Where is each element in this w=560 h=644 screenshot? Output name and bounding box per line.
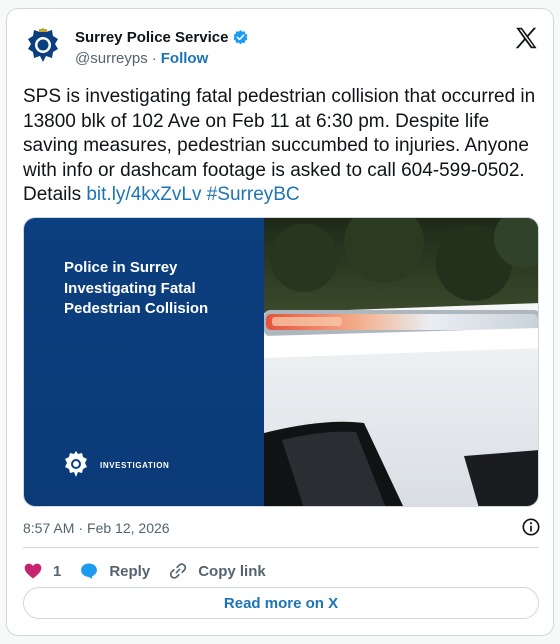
heart-icon bbox=[24, 563, 42, 579]
reply-label: Reply bbox=[109, 562, 151, 580]
link-icon bbox=[170, 563, 187, 579]
reply-bubble-icon bbox=[81, 563, 98, 579]
post-header: Surrey Police Service @surreyps · Follow bbox=[7, 9, 553, 79]
display-name[interactable]: Surrey Police Service bbox=[75, 29, 228, 46]
media-image[interactable]: Police in Surrey Investigating Fatal Ped… bbox=[23, 217, 539, 507]
copy-link-label: Copy link bbox=[198, 562, 266, 580]
investigation-label: INVESTIGATION bbox=[100, 461, 170, 470]
police-crest-icon bbox=[65, 451, 87, 477]
post-date[interactable]: Feb 12, 2026 bbox=[87, 520, 170, 536]
reply-button[interactable]: Reply bbox=[79, 561, 150, 581]
name-row: Surrey Police Service bbox=[75, 29, 249, 46]
details-link[interactable]: bit.ly/4kxZvLv bbox=[86, 184, 201, 205]
media-banner-panel: Police in Surrey Investigating Fatal Ped… bbox=[24, 218, 264, 506]
time-separator: · bbox=[78, 520, 84, 536]
police-car-illustration bbox=[264, 218, 538, 506]
info-icon[interactable] bbox=[521, 517, 541, 537]
account-handle[interactable]: @surreyps bbox=[75, 50, 148, 67]
hashtag-link[interactable]: #SurreyBC bbox=[207, 184, 300, 205]
post-time[interactable]: 8:57 AM bbox=[23, 520, 74, 536]
like-count: 1 bbox=[53, 562, 62, 580]
copy-link-button[interactable]: Copy link bbox=[168, 561, 266, 581]
like-button[interactable]: 1 bbox=[23, 561, 61, 581]
handle-separator: · bbox=[151, 50, 157, 67]
handle-row: @surreyps · Follow bbox=[75, 50, 208, 67]
verified-badge-icon bbox=[233, 30, 248, 45]
account-avatar[interactable] bbox=[23, 25, 63, 65]
read-more-button[interactable]: Read more on X bbox=[23, 587, 539, 619]
x-logo-icon[interactable] bbox=[513, 25, 539, 51]
timestamp-row: 8:57 AM · Feb 12, 2026 bbox=[23, 517, 541, 539]
surrey-police-crest-icon bbox=[28, 28, 58, 62]
embedded-post-card: Surrey Police Service @surreyps · Follow… bbox=[6, 8, 554, 636]
action-bar: 1 Reply Copy link bbox=[23, 555, 266, 587]
follow-button[interactable]: Follow bbox=[161, 50, 209, 67]
media-headline: Police in Surrey Investigating Fatal Ped… bbox=[64, 259, 209, 317]
police-car-photo bbox=[264, 218, 538, 506]
tweet-text: SPS is investigating fatal pedestrian co… bbox=[23, 85, 541, 208]
divider bbox=[23, 547, 539, 548]
